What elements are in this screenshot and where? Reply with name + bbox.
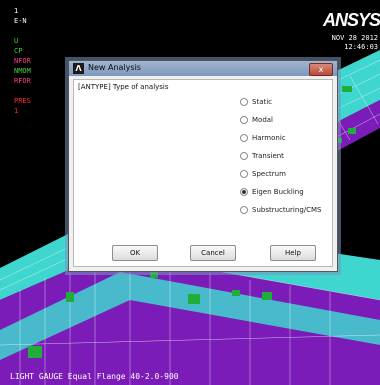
radio-label: Static xyxy=(252,98,273,106)
dialog-title: New Analysis xyxy=(88,63,141,72)
radio-modal[interactable]: Modal xyxy=(240,114,273,126)
radio-harmonic[interactable]: Harmonic xyxy=(240,132,286,144)
radio-label: Modal xyxy=(252,116,273,124)
radio-indicator[interactable] xyxy=(240,170,248,178)
ansys-logo: ANSYS xyxy=(322,10,380,30)
radio-transient[interactable]: Transient xyxy=(240,150,284,162)
legend-line: RFOR xyxy=(14,77,31,85)
legend-line: 1 xyxy=(14,7,19,15)
radio-indicator[interactable] xyxy=(240,116,248,124)
ok-button[interactable]: OK xyxy=(112,245,158,261)
legend-line: PRES xyxy=(14,97,31,105)
legend-line: NFOR xyxy=(14,57,31,65)
plot-time: 12:46:03 xyxy=(344,43,378,51)
dialog-titlebar[interactable]: Λ New Analysis x xyxy=(69,61,337,76)
radio-indicator[interactable] xyxy=(240,134,248,142)
legend-line xyxy=(14,26,31,36)
radio-static[interactable]: Static xyxy=(240,96,272,108)
radio-indicator[interactable] xyxy=(240,152,248,160)
radio-indicator[interactable] xyxy=(240,188,248,196)
new-analysis-dialog: Λ New Analysis x [ANTYPE] Type of analys… xyxy=(68,60,338,272)
plot-datetime: NOV 28 2012 12:46:03 xyxy=(332,34,378,52)
radio-indicator[interactable] xyxy=(240,206,248,214)
radio-spectrum[interactable]: Spectrum xyxy=(240,168,286,180)
radio-label: Substructuring/CMS xyxy=(252,206,322,214)
radio-label: Eigen Buckling xyxy=(252,188,304,196)
help-button[interactable]: Help xyxy=(270,245,316,261)
close-button[interactable]: x xyxy=(309,63,333,76)
radio-eigen-buckling[interactable]: Eigen Buckling xyxy=(240,186,304,198)
graphics-window[interactable]: 1 E-N U CP NFOR NMOM RFOR PRES 1 ANSYS N… xyxy=(0,0,380,385)
model-caption: LIGHT GAUGE Equal Flange 40-2.0-900 xyxy=(10,372,179,381)
radio-label: Transient xyxy=(252,152,284,160)
dialog-body: [ANTYPE] Type of analysis Static Modal H… xyxy=(73,79,333,267)
ansys-app-icon: Λ xyxy=(73,63,84,74)
plot-date: NOV 28 2012 xyxy=(331,34,378,42)
radio-label: Spectrum xyxy=(252,170,286,178)
radio-indicator[interactable] xyxy=(240,98,248,106)
plot-legend: 1 E-N U CP NFOR NMOM RFOR PRES 1 xyxy=(14,6,31,116)
legend-line: CP xyxy=(14,47,23,55)
radio-label: Harmonic xyxy=(252,134,286,142)
radio-substructuring-cms[interactable]: Substructuring/CMS xyxy=(240,204,322,216)
legend-line: 1 xyxy=(14,107,19,115)
analysis-type-prompt: [ANTYPE] Type of analysis xyxy=(78,83,169,91)
legend-line: U xyxy=(14,37,19,45)
legend-line xyxy=(14,86,31,96)
cancel-button[interactable]: Cancel xyxy=(190,245,236,261)
legend-line: NMOM xyxy=(14,67,31,75)
legend-line: E-N xyxy=(14,17,27,25)
